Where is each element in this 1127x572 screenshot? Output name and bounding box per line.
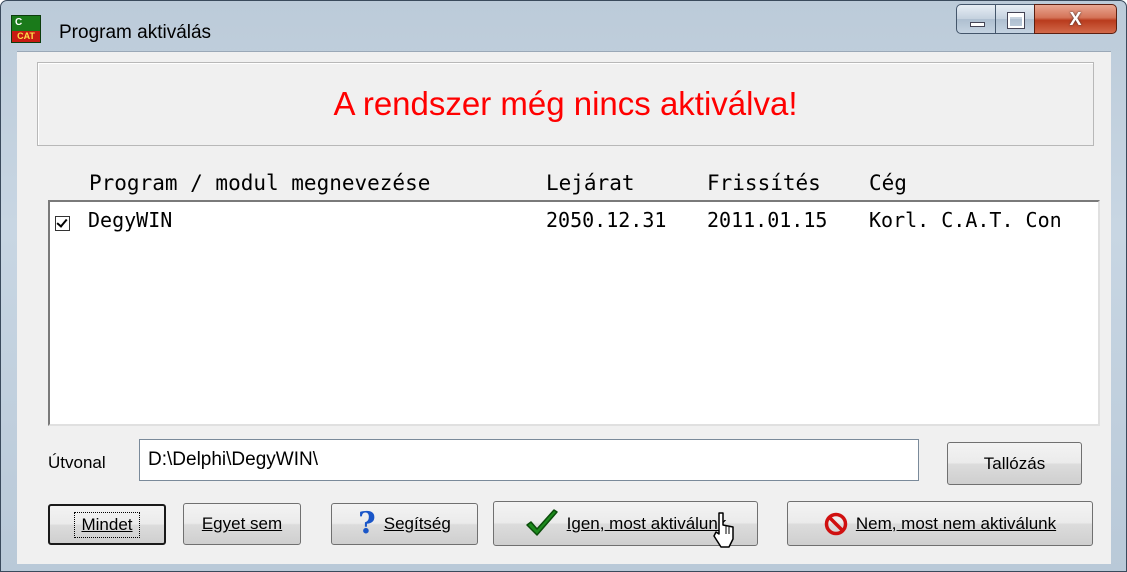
module-company: Korl. C.A.T. Con xyxy=(869,208,1062,232)
column-header-name: Program / modul megnevezése xyxy=(89,171,431,195)
help-button[interactable]: ? Segítség xyxy=(331,503,478,545)
column-header-expiry: Lejárat xyxy=(546,171,635,195)
status-banner: A rendszer még nincs aktiválva! xyxy=(37,62,1094,146)
help-label: Segítség xyxy=(383,514,451,533)
list-item[interactable]: DegyWIN 2050.12.31 2011.01.15 Korl. C.A.… xyxy=(50,208,1098,236)
maximize-icon xyxy=(996,5,1034,33)
module-update: 2011.01.15 xyxy=(707,208,828,232)
close-button[interactable]: X xyxy=(1034,4,1117,34)
title-bar[interactable]: C CAT Program aktiválás X xyxy=(1,1,1126,51)
close-icon: X xyxy=(1069,9,1082,29)
minimize-button[interactable] xyxy=(956,4,996,34)
column-header-update: Frissítés xyxy=(707,171,821,195)
maximize-button[interactable] xyxy=(995,4,1035,34)
mouse-cursor-icon xyxy=(713,512,734,548)
activation-window: C CAT Program aktiválás X A rendszer még… xyxy=(0,0,1127,572)
browse-label: Tallózás xyxy=(983,453,1046,473)
select-none-button[interactable]: Egyet sem xyxy=(183,503,301,545)
select-all-label: Mindet xyxy=(74,511,140,538)
browse-button[interactable]: Tallózás xyxy=(947,442,1082,485)
window-title: Program aktiválás xyxy=(59,22,212,43)
select-none-label: Egyet sem xyxy=(201,514,283,533)
path-label: Útvonal xyxy=(48,453,106,472)
checkmark-icon xyxy=(525,508,558,536)
app-logo-icon: C CAT xyxy=(11,15,41,43)
path-input[interactable] xyxy=(139,439,919,481)
cancel-activation-button[interactable]: Nem, most nem aktiválunk xyxy=(787,501,1093,546)
activate-label: Igen, most aktiválunk xyxy=(566,513,727,533)
minimize-icon xyxy=(957,5,995,33)
module-expiry: 2050.12.31 xyxy=(546,208,667,232)
module-list[interactable]: DegyWIN 2050.12.31 2011.01.15 Korl. C.A.… xyxy=(48,200,1100,426)
no-entry-icon xyxy=(824,512,848,535)
question-icon: ? xyxy=(358,506,376,541)
column-header-company: Cég xyxy=(869,171,907,195)
cancel-activation-label: Nem, most nem aktiválunk xyxy=(855,513,1057,533)
status-message: A rendszer még nincs aktiválva! xyxy=(333,85,798,122)
module-name: DegyWIN xyxy=(88,208,173,232)
select-all-button[interactable]: Mindet xyxy=(48,504,166,545)
